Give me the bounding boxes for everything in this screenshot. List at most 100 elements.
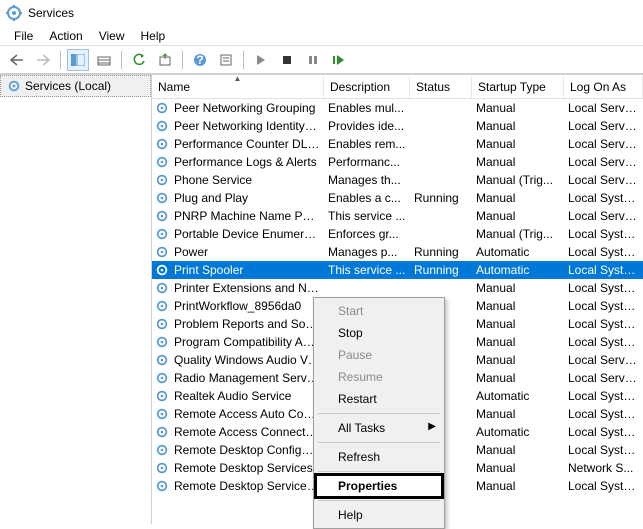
toolbar-separator [243, 51, 244, 69]
ctx-resume[interactable]: Resume [316, 366, 442, 388]
service-row[interactable]: Printer Extensions and Notif...ManualLoc… [152, 279, 643, 297]
gear-icon [154, 407, 170, 421]
cell-name: PrintWorkflow_8956da0 [170, 299, 324, 313]
column-startup-type[interactable]: Startup Type [472, 76, 564, 98]
ctx-help[interactable]: Help [316, 504, 442, 526]
ctx-all-tasks[interactable]: All Tasks ▶ [316, 417, 442, 439]
cell-name: Remote Desktop Configurat... [170, 443, 324, 457]
cell-startup: Manual [472, 335, 564, 349]
forward-button[interactable] [32, 49, 54, 71]
cell-description: Performanc... [324, 155, 410, 169]
cell-startup: Manual [472, 407, 564, 421]
stop-service-button[interactable] [276, 49, 298, 71]
sidebar-item-services-local[interactable]: Services (Local) [0, 75, 151, 97]
cell-startup: Automatic [472, 245, 564, 259]
column-description[interactable]: Description [324, 76, 410, 98]
column-name[interactable]: Name ▲ [152, 76, 324, 98]
cell-name: Quality Windows Audio Vid... [170, 353, 324, 367]
column-log-on-as[interactable]: Log On As [564, 76, 643, 98]
cell-description: This service ... [324, 263, 410, 277]
service-row[interactable]: Plug and PlayEnables a c...RunningManual… [152, 189, 643, 207]
pause-service-button[interactable] [302, 49, 324, 71]
gear-icon [7, 79, 21, 93]
ctx-separator [318, 413, 440, 414]
ctx-properties[interactable]: Properties [316, 475, 442, 497]
gear-icon [154, 317, 170, 331]
cell-name: Remote Access Auto Conne... [170, 407, 324, 421]
gear-icon [154, 209, 170, 223]
cell-startup: Automatic [472, 389, 564, 403]
cell-startup: Automatic [472, 425, 564, 439]
service-row[interactable]: Print SpoolerThis service ...RunningAuto… [152, 261, 643, 279]
gear-icon [154, 461, 170, 475]
cell-logon: Local Service [564, 155, 643, 169]
gear-icon [154, 119, 170, 133]
cell-logon: Local Service [564, 209, 643, 223]
service-row[interactable]: Portable Device Enumerator...Enforces gr… [152, 225, 643, 243]
window-title: Services [28, 6, 74, 20]
service-row[interactable]: Performance Logs & AlertsPerformanc...Ma… [152, 153, 643, 171]
cell-name: Peer Networking Grouping [170, 101, 324, 115]
cell-logon: Local Syste... [564, 389, 643, 403]
ctx-separator [318, 471, 440, 472]
gear-icon [154, 101, 170, 115]
cell-name: Plug and Play [170, 191, 324, 205]
export-list-button[interactable] [93, 49, 115, 71]
cell-logon: Local Syste... [564, 443, 643, 457]
ctx-refresh[interactable]: Refresh [316, 446, 442, 468]
service-row[interactable]: PowerManages p...RunningAutomaticLocal S… [152, 243, 643, 261]
refresh-button[interactable] [128, 49, 150, 71]
service-row[interactable]: Performance Counter DLL ...Enables rem..… [152, 135, 643, 153]
cell-name: PNRP Machine Name Publi... [170, 209, 324, 223]
menu-file[interactable]: File [6, 27, 41, 45]
cell-status: Running [410, 191, 472, 205]
help-button[interactable]: ? [189, 49, 211, 71]
export-button[interactable] [154, 49, 176, 71]
cell-description: Manages th... [324, 173, 410, 187]
ctx-start[interactable]: Start [316, 300, 442, 322]
show-hide-tree-button[interactable] [67, 49, 89, 71]
gear-icon [154, 191, 170, 205]
start-service-button[interactable] [250, 49, 272, 71]
service-row[interactable]: Peer Networking GroupingEnables mul...Ma… [152, 99, 643, 117]
cell-logon: Local Service [564, 173, 643, 187]
gear-icon [154, 263, 170, 277]
back-button[interactable] [6, 49, 28, 71]
cell-name: Portable Device Enumerator... [170, 227, 324, 241]
ctx-pause[interactable]: Pause [316, 344, 442, 366]
gear-icon [154, 335, 170, 349]
cell-logon: Local Syste... [564, 191, 643, 205]
menu-help[interactable]: Help [133, 27, 174, 45]
toolbar: ? [0, 46, 643, 74]
cell-description: Enables a c... [324, 191, 410, 205]
cell-logon: Local Syste... [564, 407, 643, 421]
context-menu: Start Stop Pause Resume Restart All Task… [313, 297, 445, 529]
cell-startup: Manual [472, 119, 564, 133]
service-row[interactable]: PNRP Machine Name Publi...This service .… [152, 207, 643, 225]
services-app-icon [6, 5, 22, 21]
cell-name: Peer Networking Identity M... [170, 119, 324, 133]
sidebar-item-label: Services (Local) [25, 79, 111, 93]
menu-view[interactable]: View [91, 27, 133, 45]
cell-startup: Manual [472, 299, 564, 313]
cell-logon: Local Syste... [564, 479, 643, 493]
ctx-separator [318, 442, 440, 443]
properties-button[interactable] [215, 49, 237, 71]
menu-action[interactable]: Action [41, 27, 90, 45]
cell-startup: Manual [472, 209, 564, 223]
restart-service-button[interactable] [328, 49, 350, 71]
cell-name: Problem Reports and Soluti... [170, 317, 324, 331]
submenu-arrow-icon: ▶ [428, 421, 436, 432]
service-row[interactable]: Peer Networking Identity M...Provides id… [152, 117, 643, 135]
column-status[interactable]: Status [410, 76, 472, 98]
cell-startup: Manual [472, 371, 564, 385]
ctx-stop[interactable]: Stop [316, 322, 442, 344]
cell-name: Realtek Audio Service [170, 389, 324, 403]
service-row[interactable]: Phone ServiceManages th...Manual (Trig..… [152, 171, 643, 189]
cell-logon: Local Syste... [564, 317, 643, 331]
ctx-restart[interactable]: Restart [316, 388, 442, 410]
cell-startup: Manual [472, 155, 564, 169]
cell-startup: Manual [472, 137, 564, 151]
cell-status: Running [410, 245, 472, 259]
cell-logon: Local Syste... [564, 335, 643, 349]
